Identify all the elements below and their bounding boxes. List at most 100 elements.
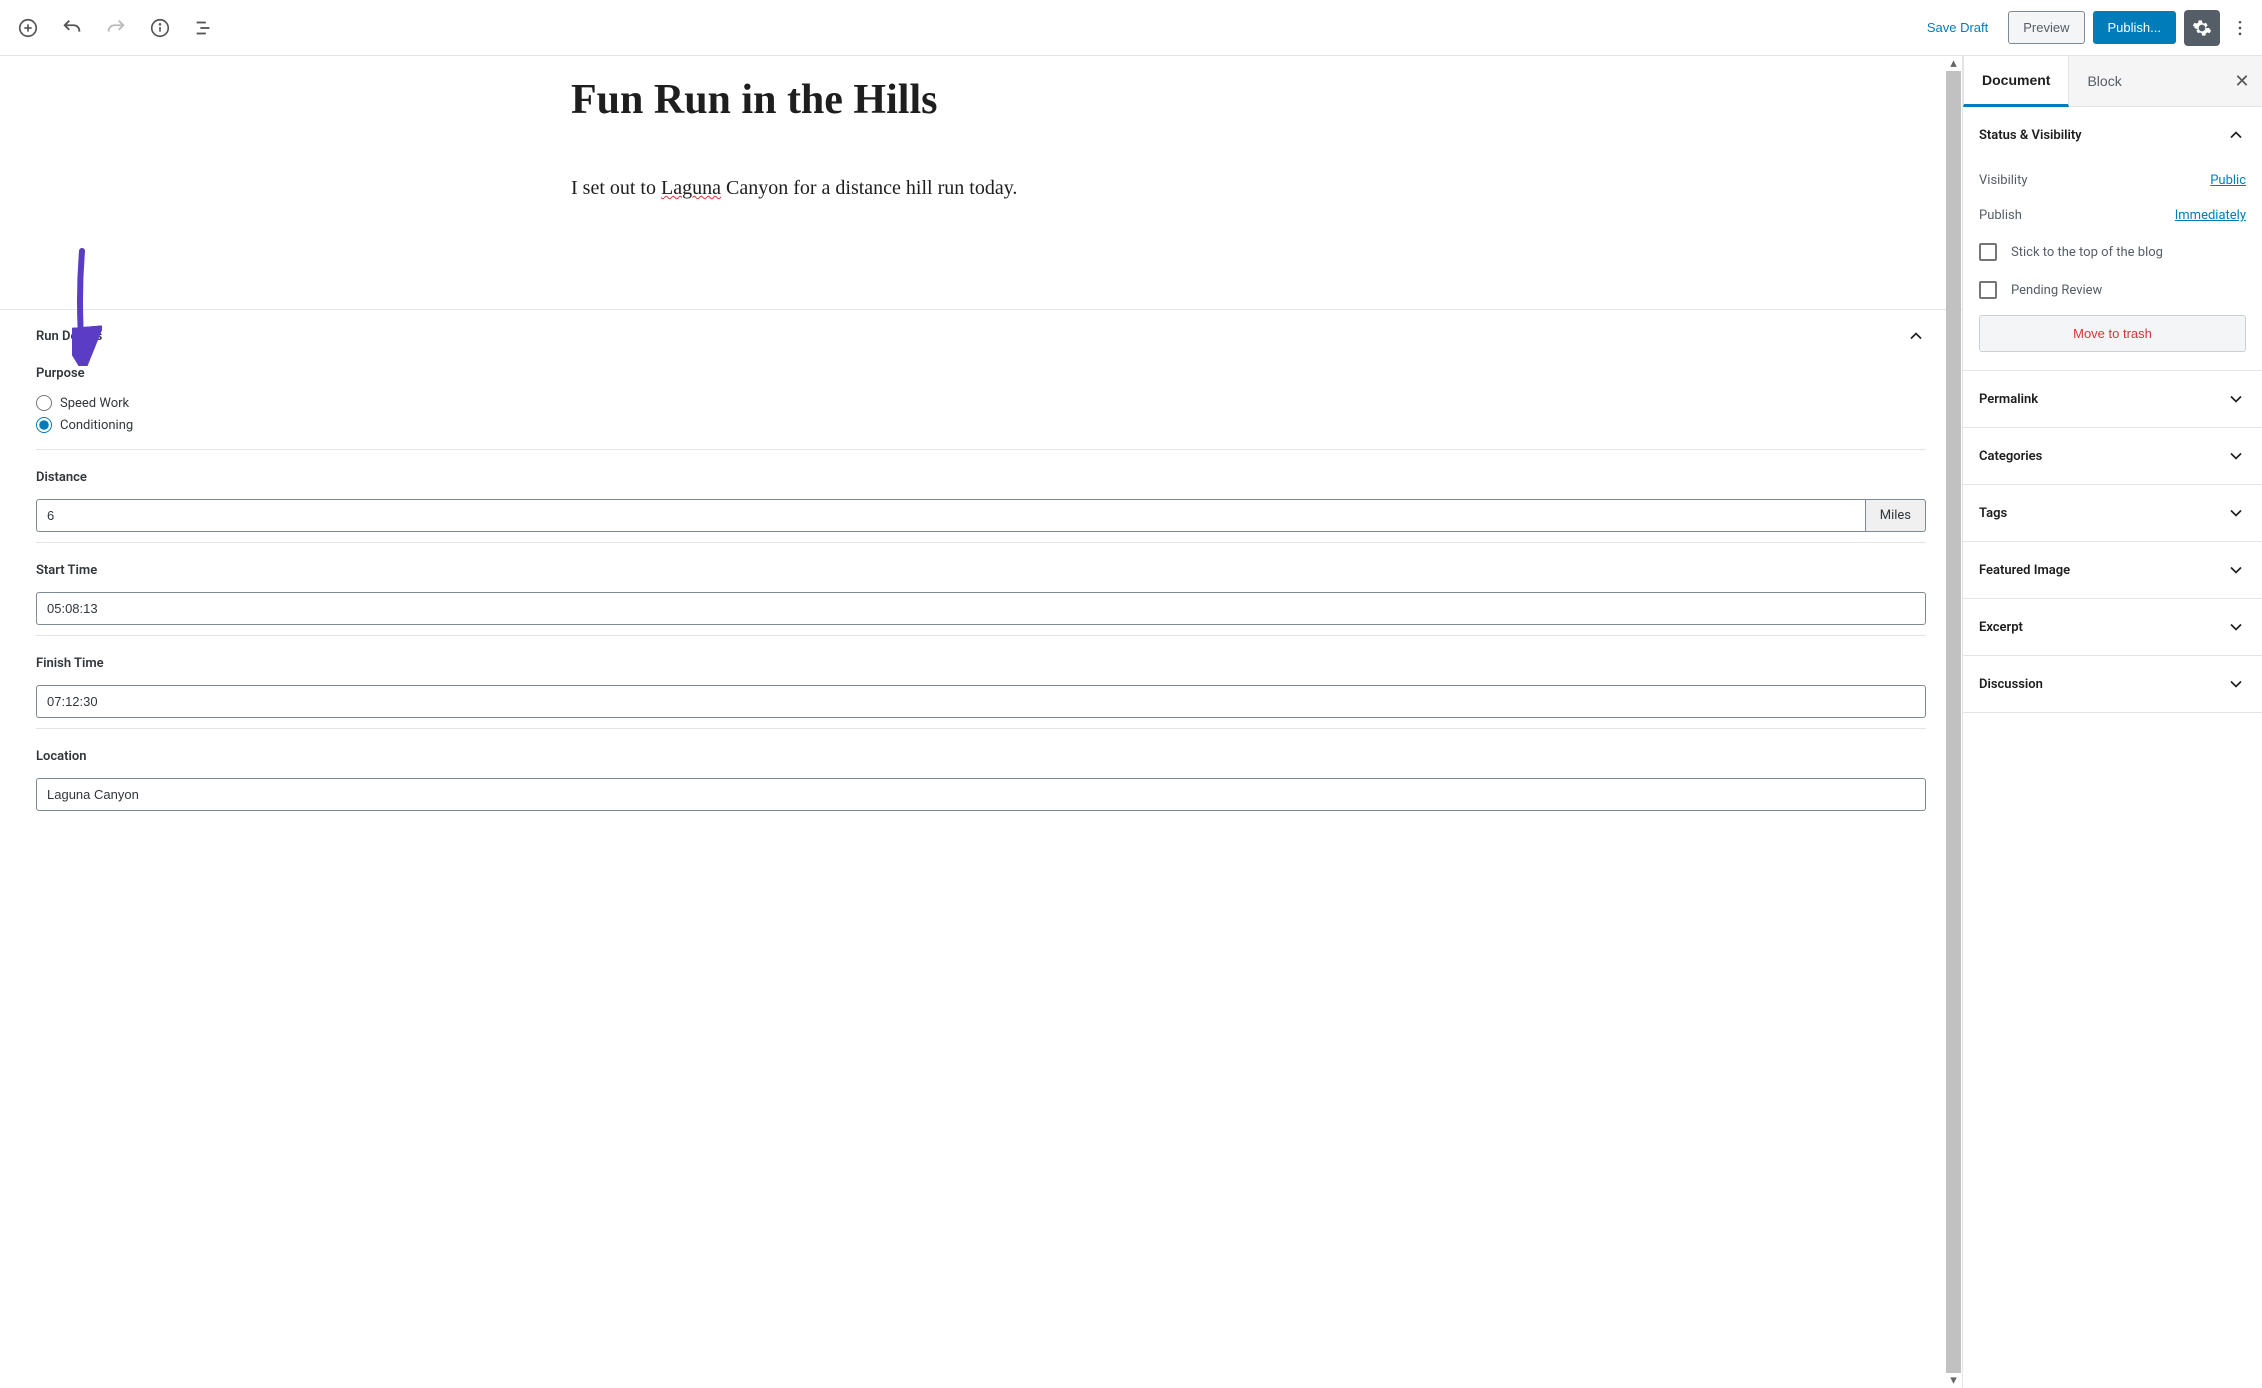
panel-tags: Tags xyxy=(1963,485,2262,542)
plus-circle-icon xyxy=(17,17,39,39)
stick-checkbox-row[interactable]: Stick to the top of the blog xyxy=(1979,233,2246,271)
editor-scrollbar[interactable]: ▴ ▾ xyxy=(1946,56,1961,1388)
preview-button[interactable]: Preview xyxy=(2008,11,2084,44)
stick-label: Stick to the top of the blog xyxy=(2011,245,2163,260)
publish-row: Publish Immediately xyxy=(1979,198,2246,233)
panel-featured-image-header[interactable]: Featured Image xyxy=(1963,542,2262,598)
metabox-header[interactable]: Run Details xyxy=(0,310,1962,362)
distance-unit: Miles xyxy=(1866,499,1926,532)
metabox-title: Run Details xyxy=(36,329,102,344)
list-icon xyxy=(193,17,215,39)
distance-input[interactable] xyxy=(36,499,1866,532)
publish-label: Publish xyxy=(1979,208,2022,223)
finish-time-label: Finish Time xyxy=(36,656,1926,671)
chevron-up-icon xyxy=(2226,125,2246,145)
chevron-down-icon xyxy=(2226,503,2246,523)
publish-value-link[interactable]: Immediately xyxy=(2175,208,2246,223)
panel-categories: Categories xyxy=(1963,428,2262,485)
panel-featured-image-title: Featured Image xyxy=(1979,563,2070,578)
purpose-radio-conditioning[interactable] xyxy=(36,417,52,433)
start-time-field: Start Time xyxy=(36,542,1926,635)
panel-excerpt: Excerpt xyxy=(1963,599,2262,656)
scroll-down-icon: ▾ xyxy=(1946,1373,1961,1388)
chevron-down-icon xyxy=(2226,617,2246,637)
save-draft-button[interactable]: Save Draft xyxy=(1915,12,2000,43)
panel-permalink: Permalink xyxy=(1963,371,2262,428)
more-menu-button[interactable] xyxy=(2228,10,2252,46)
distance-input-group: Miles xyxy=(36,499,1926,532)
redo-button[interactable] xyxy=(98,10,134,46)
panel-status-body: Visibility Public Publish Immediately St… xyxy=(1963,163,2262,370)
panel-status-title: Status & Visibility xyxy=(1979,128,2082,143)
panel-status-header[interactable]: Status & Visibility xyxy=(1963,107,2262,163)
move-to-trash-button[interactable]: Move to trash xyxy=(1979,315,2246,352)
undo-button[interactable] xyxy=(54,10,90,46)
distance-field: Distance Miles xyxy=(36,449,1926,542)
purpose-option-speedwork[interactable]: Speed Work xyxy=(36,395,1926,411)
tab-document[interactable]: Document xyxy=(1963,56,2069,107)
panel-permalink-header[interactable]: Permalink xyxy=(1963,371,2262,427)
panel-discussion-header[interactable]: Discussion xyxy=(1963,656,2262,712)
start-time-label: Start Time xyxy=(36,563,1926,578)
post-body[interactable]: I set out to Laguna Canyon for a distanc… xyxy=(571,172,1391,204)
body-text-prefix: I set out to xyxy=(571,177,661,199)
visibility-row: Visibility Public xyxy=(1979,163,2246,198)
toolbar-left xyxy=(10,10,222,46)
publish-button[interactable]: Publish... xyxy=(2093,11,2176,44)
panel-tags-title: Tags xyxy=(1979,506,2007,521)
finish-time-input[interactable] xyxy=(36,685,1926,718)
location-input[interactable] xyxy=(36,778,1926,811)
purpose-label: Purpose xyxy=(36,366,1926,381)
scrollbar-thumb[interactable] xyxy=(1946,71,1961,1373)
metabox-body: Purpose Speed Work Conditioning Distance xyxy=(0,362,1962,841)
sidebar-tabs: Document Block ✕ xyxy=(1963,56,2262,107)
top-toolbar: Save Draft Preview Publish... xyxy=(0,0,2262,56)
scroll-up-icon: ▴ xyxy=(1946,56,1961,71)
panel-categories-header[interactable]: Categories xyxy=(1963,428,2262,484)
panel-tags-header[interactable]: Tags xyxy=(1963,485,2262,541)
kebab-icon xyxy=(2230,18,2250,38)
redo-icon xyxy=(105,17,127,39)
panel-permalink-title: Permalink xyxy=(1979,392,2038,407)
toolbar-right: Save Draft Preview Publish... xyxy=(1915,10,2252,46)
main-layout: Fun Run in the Hills I set out to Laguna… xyxy=(0,56,2262,1388)
location-field: Location xyxy=(36,728,1926,821)
pending-label: Pending Review xyxy=(2011,283,2102,298)
settings-sidebar: Document Block ✕ Status & Visibility Vis… xyxy=(1962,56,2262,1388)
tab-block[interactable]: Block xyxy=(2069,57,2139,105)
chevron-down-icon xyxy=(2226,389,2246,409)
body-text-underlined: Laguna xyxy=(661,177,721,199)
panel-excerpt-header[interactable]: Excerpt xyxy=(1963,599,2262,655)
sidebar-close-button[interactable]: ✕ xyxy=(2222,57,2262,105)
outline-button[interactable] xyxy=(186,10,222,46)
start-time-input[interactable] xyxy=(36,592,1926,625)
purpose-radio-speedwork[interactable] xyxy=(36,395,52,411)
pending-checkbox[interactable] xyxy=(1979,281,1997,299)
stick-checkbox[interactable] xyxy=(1979,243,1997,261)
panel-status: Status & Visibility Visibility Public Pu… xyxy=(1963,107,2262,371)
purpose-option-label-0: Speed Work xyxy=(60,396,129,411)
editor-area: Fun Run in the Hills I set out to Laguna… xyxy=(0,56,1962,1388)
add-block-button[interactable] xyxy=(10,10,46,46)
panel-categories-title: Categories xyxy=(1979,449,2042,464)
finish-time-field: Finish Time xyxy=(36,635,1926,728)
panel-excerpt-title: Excerpt xyxy=(1979,620,2023,635)
chevron-down-icon xyxy=(2226,446,2246,466)
info-icon xyxy=(149,17,171,39)
location-label: Location xyxy=(36,749,1926,764)
purpose-option-conditioning[interactable]: Conditioning xyxy=(36,417,1926,433)
post-title[interactable]: Fun Run in the Hills xyxy=(571,76,1391,124)
purpose-field: Purpose Speed Work Conditioning xyxy=(36,362,1926,449)
pending-checkbox-row[interactable]: Pending Review xyxy=(1979,271,2246,309)
distance-label: Distance xyxy=(36,470,1926,485)
panel-featured-image: Featured Image xyxy=(1963,542,2262,599)
metabox-wrapper: Run Details Purpose Speed Work Condition… xyxy=(0,309,1962,841)
panel-discussion: Discussion xyxy=(1963,656,2262,713)
info-button[interactable] xyxy=(142,10,178,46)
settings-button[interactable] xyxy=(2184,10,2220,46)
chevron-up-icon xyxy=(1906,326,1926,346)
run-details-metabox: Run Details Purpose Speed Work Condition… xyxy=(0,310,1962,841)
visibility-value-link[interactable]: Public xyxy=(2210,173,2246,188)
editor-content: Fun Run in the Hills I set out to Laguna… xyxy=(531,56,1431,204)
gear-icon xyxy=(2192,18,2212,38)
